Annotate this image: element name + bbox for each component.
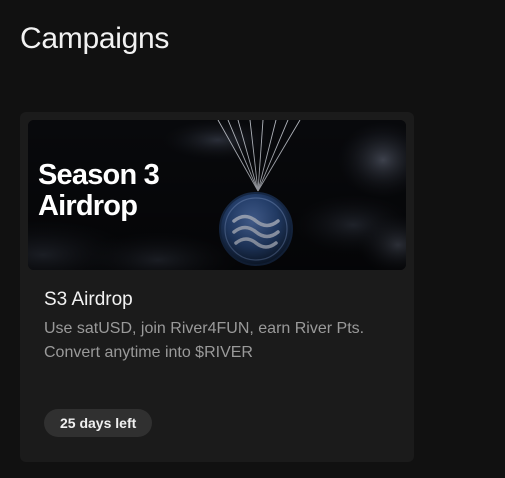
campaign-name: S3 Airdrop — [44, 289, 133, 310]
banner-title: Season 3 Airdrop — [38, 160, 188, 222]
campaign-card[interactable]: Season 3 Airdrop S3 Airdrop Use satUSD, … — [20, 112, 414, 462]
days-left-badge: 25 days left — [44, 409, 153, 437]
campaign-description: Use satUSD, join River4FUN, earn River P… — [44, 320, 365, 361]
campaign-banner: Season 3 Airdrop — [28, 120, 406, 270]
banner-title-line2: Airdrop — [38, 190, 138, 222]
page-title: Campaigns — [20, 22, 170, 55]
banner-title-line1: Season 3 — [38, 159, 160, 191]
